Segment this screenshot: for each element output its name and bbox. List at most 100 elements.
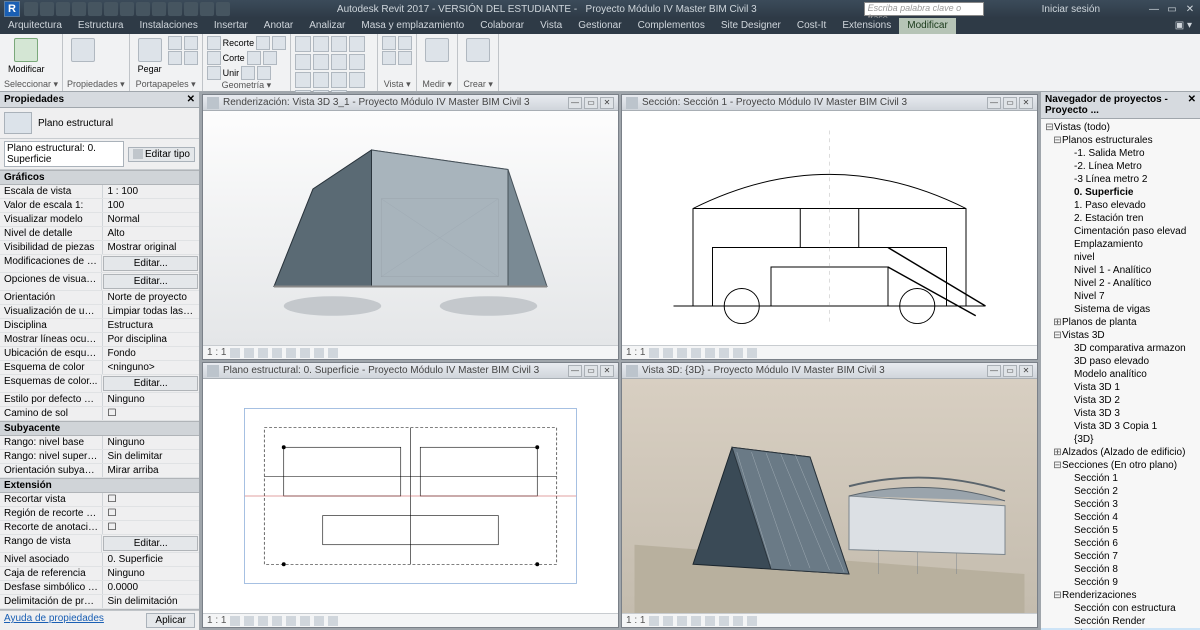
modify-tool-icon[interactable] (295, 36, 311, 52)
qat-print-icon[interactable] (88, 2, 102, 16)
ribbon-tab-extensions[interactable]: Extensions (834, 18, 899, 34)
tree-node[interactable]: Sección 9 (1041, 576, 1200, 589)
modify-tool-icon[interactable] (349, 54, 365, 70)
tree-node[interactable]: Vista 3D 3 (1041, 407, 1200, 420)
tree-node[interactable]: Sección 6 (1041, 537, 1200, 550)
view-control-icon[interactable] (230, 616, 240, 626)
tree-node[interactable]: -2. Línea Metro (1041, 160, 1200, 173)
tree-node[interactable]: -1. Salida Metro (1041, 147, 1200, 160)
signin-link[interactable]: Iniciar sesión (1042, 4, 1100, 15)
tree-node[interactable]: Sección 7 (1041, 550, 1200, 563)
ribbon-small-icon[interactable] (168, 51, 182, 65)
properties-close-icon[interactable]: ✕ (187, 94, 195, 105)
viewport-maximize-icon[interactable]: ▭ (584, 97, 598, 109)
viewport-header[interactable]: Vista 3D: {3D} - Proyecto Módulo IV Mast… (622, 363, 1037, 379)
type-selector[interactable]: Plano estructural (0, 108, 199, 139)
view-control-icon[interactable] (244, 616, 254, 626)
tree-node[interactable]: Vista 3D 1 (1041, 381, 1200, 394)
ribbon-small-icon[interactable] (207, 36, 221, 50)
view-control-icon[interactable] (733, 616, 743, 626)
ribbon-small-icon[interactable] (168, 36, 182, 50)
viewport-minimize-icon[interactable]: — (987, 97, 1001, 109)
tree-node[interactable]: ⊞Alzados (Alzado de edificio) (1041, 446, 1200, 459)
view-control-icon[interactable] (719, 616, 729, 626)
expand-icon[interactable]: ⊞ (1053, 447, 1062, 458)
view-control-icon[interactable] (677, 348, 687, 358)
tree-node[interactable]: 2. Estación tren (1041, 212, 1200, 225)
view-scale[interactable]: 1 : 1 (207, 615, 226, 626)
property-value[interactable]: Sin delimitar (103, 450, 199, 463)
view-control-icon[interactable] (649, 348, 659, 358)
ribbon-small-icon[interactable] (272, 36, 286, 50)
property-value[interactable]: 1 : 100 (103, 185, 199, 198)
expand-icon[interactable]: ⊞ (1053, 317, 1062, 328)
modify-tool-icon[interactable] (331, 36, 347, 52)
help-icon[interactable] (1122, 2, 1136, 16)
modify-tool-icon[interactable] (295, 72, 311, 88)
viewport-maximize-icon[interactable]: ▭ (1003, 97, 1017, 109)
tree-node[interactable]: ⊟Secciones (En otro plano) (1041, 459, 1200, 472)
ribbon-tab-colaborar[interactable]: Colaborar (472, 18, 532, 34)
tree-node[interactable]: -3 Línea metro 2 (1041, 173, 1200, 186)
view-control-icon[interactable] (328, 616, 338, 626)
ribbon-group-label[interactable]: Medir ▾ (421, 79, 453, 91)
ribbon-group-label[interactable]: Propiedades ▾ (67, 79, 125, 91)
view-control-icon[interactable] (328, 348, 338, 358)
property-checkbox[interactable] (103, 493, 199, 506)
ribbon-group-label[interactable]: Vista ▾ (382, 79, 412, 91)
ribbon-small-icon[interactable] (257, 66, 271, 80)
property-value[interactable]: 0. Superficie (103, 553, 199, 566)
qat-switch-icon[interactable] (200, 2, 214, 16)
ribbon-tab-instalaciones[interactable]: Instalaciones (132, 18, 206, 34)
property-value[interactable]: Sin delimitación (103, 595, 199, 608)
view-control-icon[interactable] (272, 616, 282, 626)
ribbon-small-icon[interactable] (184, 51, 198, 65)
property-value[interactable]: 0.0000 (103, 581, 199, 594)
ribbon-tab-anotar[interactable]: Anotar (256, 18, 301, 34)
view-control-icon[interactable] (286, 348, 296, 358)
ribbon-group-label[interactable]: Geometría ▾ (207, 80, 287, 92)
ribbon-button[interactable] (421, 36, 453, 66)
properties-help-link[interactable]: Ayuda de propiedades (4, 613, 104, 628)
property-checkbox[interactable] (103, 507, 199, 520)
property-edit-button[interactable]: Editar... (103, 376, 198, 391)
star-icon[interactable] (1006, 2, 1020, 16)
viewport-canvas[interactable] (622, 379, 1037, 613)
app-logo[interactable]: R (4, 1, 20, 17)
viewport-minimize-icon[interactable]: — (987, 365, 1001, 377)
ribbon-small-icon[interactable] (247, 51, 261, 65)
ribbon-tab-cost-it[interactable]: Cost-It (789, 18, 834, 34)
viewport-maximize-icon[interactable]: ▭ (1003, 365, 1017, 377)
view-control-icon[interactable] (300, 348, 310, 358)
qat-thin-lines-icon[interactable] (168, 2, 182, 16)
tree-node[interactable]: Sección 1 (1041, 472, 1200, 485)
property-value[interactable]: Ninguno (103, 567, 199, 580)
viewport-maximize-icon[interactable]: ▭ (584, 365, 598, 377)
minimize-button[interactable]: — (1148, 4, 1160, 15)
qat-sync-icon[interactable] (120, 2, 134, 16)
view-control-icon[interactable] (286, 616, 296, 626)
ribbon-small-icon[interactable] (263, 51, 277, 65)
property-value[interactable]: Por disciplina (103, 333, 199, 346)
ribbon-tab-gestionar[interactable]: Gestionar (570, 18, 629, 34)
tree-node[interactable]: {3D} (1041, 433, 1200, 446)
qat-redo-icon[interactable] (72, 2, 86, 16)
property-value[interactable]: Mostrar original (103, 241, 199, 254)
view-control-icon[interactable] (747, 616, 757, 626)
view-scale[interactable]: 1 : 1 (626, 615, 645, 626)
search-input[interactable]: Escriba palabra clave o frase (864, 2, 984, 16)
tree-node[interactable]: 0. Superficie (1041, 186, 1200, 199)
expand-icon[interactable]: ⊟ (1053, 135, 1062, 146)
modify-tool-icon[interactable] (295, 54, 311, 70)
ribbon-small-icon[interactable] (207, 66, 221, 80)
view-control-icon[interactable] (705, 348, 715, 358)
infocenter-icon[interactable] (988, 2, 1002, 16)
property-value[interactable]: Estructura (103, 319, 199, 332)
modify-tool-icon[interactable] (313, 36, 329, 52)
property-value[interactable]: Fondo (103, 347, 199, 360)
ribbon-tab-modificar[interactable]: Modificar (899, 18, 956, 34)
edit-type-button[interactable]: Editar tipo (128, 147, 195, 162)
viewport-minimize-icon[interactable]: — (568, 365, 582, 377)
viewport-close-icon[interactable]: ✕ (1019, 97, 1033, 109)
tree-node[interactable]: ⊟Vistas 3D (1041, 329, 1200, 342)
